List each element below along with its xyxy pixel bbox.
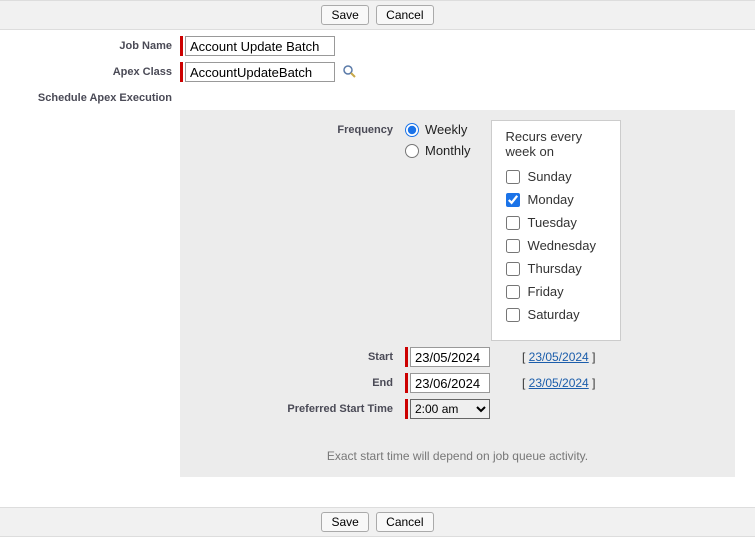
start-date-link[interactable]: 23/05/2024: [529, 350, 589, 364]
day-checkbox-label[interactable]: Wednesday: [506, 238, 606, 253]
radio-weekly-text: Weekly: [425, 122, 467, 137]
row-end: End [ 23/05/2024 ]: [180, 373, 735, 393]
row-apex-class: Apex Class: [0, 62, 755, 82]
radio-monthly-text: Monthly: [425, 143, 471, 158]
label-frequency: Frequency: [180, 120, 405, 136]
required-indicator: [180, 36, 183, 56]
radio-weekly-label[interactable]: Weekly: [405, 122, 471, 137]
day-checkbox-label[interactable]: Friday: [506, 284, 606, 299]
save-button[interactable]: Save: [321, 5, 368, 25]
apex-class-input[interactable]: [185, 62, 335, 82]
recur-box: Recurs every week on Sunday Monday Tuesday…: [491, 120, 621, 341]
form-area: Job Name Apex Class Schedule Apex Execut…: [0, 30, 755, 477]
day-checkbox[interactable]: [506, 308, 520, 322]
row-frequency: Frequency Weekly Monthly Recurs every we…: [180, 120, 735, 341]
day-label: Friday: [528, 284, 564, 299]
end-date-shortcut: [ 23/05/2024 ]: [522, 376, 595, 390]
bottom-button-bar: Save Cancel: [0, 507, 755, 537]
label-pref-time: Preferred Start Time: [180, 399, 405, 415]
day-checkbox-label[interactable]: Saturday: [506, 307, 606, 322]
label-job-name: Job Name: [0, 36, 180, 52]
day-checkbox[interactable]: [506, 239, 520, 253]
required-indicator: [405, 373, 408, 393]
radio-weekly[interactable]: [405, 123, 419, 137]
day-checkbox[interactable]: [506, 170, 520, 184]
day-label: Thursday: [528, 261, 582, 276]
cancel-button[interactable]: Cancel: [376, 5, 433, 25]
day-checkbox-label[interactable]: Monday: [506, 192, 606, 207]
day-checkbox-label[interactable]: Tuesday: [506, 215, 606, 230]
label-schedule-exec: Schedule Apex Execution: [0, 88, 180, 104]
row-start: Start [ 23/05/2024 ]: [180, 347, 735, 367]
start-date-shortcut: [ 23/05/2024 ]: [522, 350, 595, 364]
day-checkbox[interactable]: [506, 262, 520, 276]
preferred-time-select[interactable]: 2:00 am: [410, 399, 490, 419]
label-start: Start: [180, 347, 405, 363]
day-label: Sunday: [528, 169, 572, 184]
radio-monthly[interactable]: [405, 144, 419, 158]
required-indicator: [405, 399, 408, 419]
day-label: Wednesday: [528, 238, 596, 253]
day-checkbox-label[interactable]: Sunday: [506, 169, 606, 184]
frequency-radios: Weekly Monthly: [405, 120, 471, 164]
radio-monthly-label[interactable]: Monthly: [405, 143, 471, 158]
row-schedule-exec: Schedule Apex Execution: [0, 88, 755, 104]
job-name-input[interactable]: [185, 36, 335, 56]
required-indicator: [405, 347, 408, 367]
queue-note: Exact start time will depend on job queu…: [180, 449, 735, 463]
start-date-input[interactable]: [410, 347, 490, 367]
save-button[interactable]: Save: [321, 512, 368, 532]
schedule-panel: Frequency Weekly Monthly Recurs every we…: [180, 110, 735, 477]
end-date-input[interactable]: [410, 373, 490, 393]
recur-title: Recurs every week on: [506, 129, 606, 159]
label-apex-class: Apex Class: [0, 62, 180, 78]
lookup-icon[interactable]: [341, 63, 359, 81]
label-end: End: [180, 373, 405, 389]
required-indicator: [180, 62, 183, 82]
end-date-link[interactable]: 23/05/2024: [529, 376, 589, 390]
day-label: Saturday: [528, 307, 580, 322]
day-checkbox[interactable]: [506, 216, 520, 230]
day-checkbox-label[interactable]: Thursday: [506, 261, 606, 276]
day-checkbox[interactable]: [506, 285, 520, 299]
day-label: Tuesday: [528, 215, 577, 230]
day-checkbox[interactable]: [506, 193, 520, 207]
day-label: Monday: [528, 192, 574, 207]
row-job-name: Job Name: [0, 36, 755, 56]
top-button-bar: Save Cancel: [0, 0, 755, 30]
cancel-button[interactable]: Cancel: [376, 512, 433, 532]
row-pref-time: Preferred Start Time 2:00 am: [180, 399, 735, 419]
